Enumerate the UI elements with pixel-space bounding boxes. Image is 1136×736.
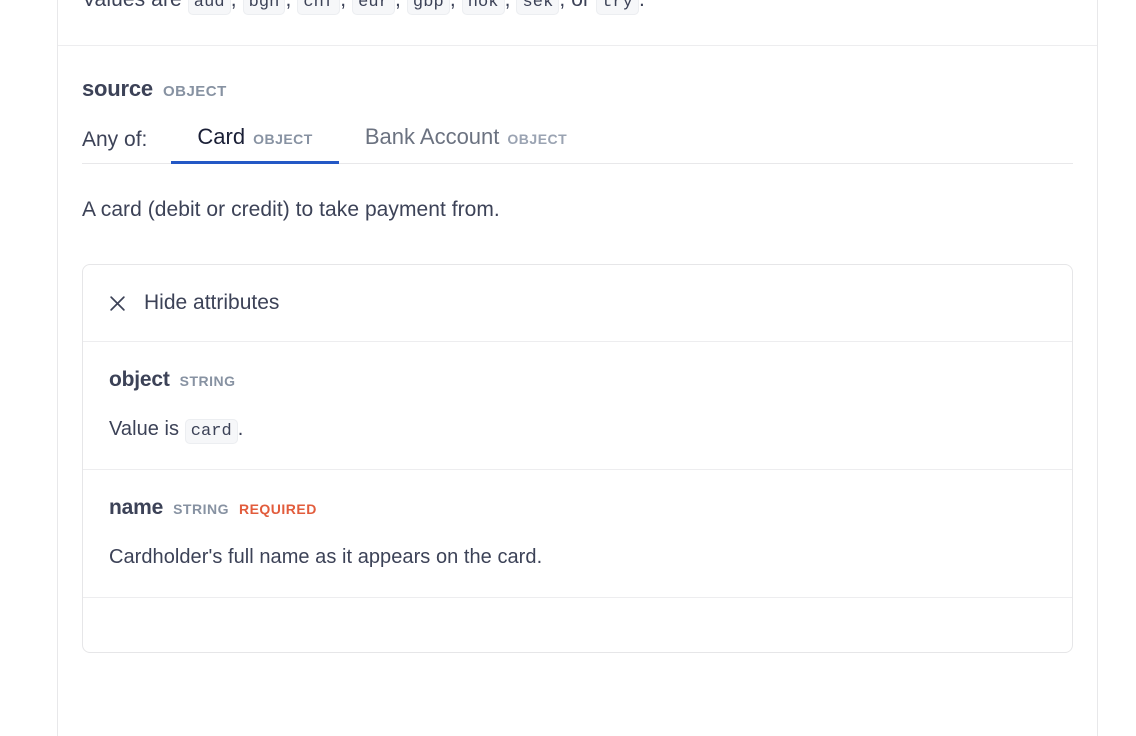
attribute-object-name: object <box>109 368 170 391</box>
enum-values-suffix: . <box>639 0 645 11</box>
attribute-object-type: STRING <box>179 373 236 389</box>
enum-token-nok: nok <box>461 0 505 15</box>
tab-bank-account-type: OBJECT <box>507 131 568 147</box>
enum-token-bgn: bgn <box>242 0 286 15</box>
enum-token-sek: sek <box>516 0 560 15</box>
close-icon <box>110 295 125 311</box>
enum-values-line: Values are aud, bgn, chf, eur, gbp, nok,… <box>82 0 645 20</box>
enum-token-eur: eur <box>352 0 396 15</box>
attribute-row-object: object STRING Value is card. <box>83 342 1072 470</box>
enum-token-aud: aud <box>187 0 231 15</box>
source-section: source OBJECT Any of: Card OBJECT Bank A… <box>58 46 1097 653</box>
attribute-name-description: Cardholder's full name as it appears on … <box>109 546 543 568</box>
attribute-name-name: name <box>109 496 164 519</box>
any-of-tab-strip: Any of: Card OBJECT Bank Account OBJECT <box>82 120 1073 164</box>
source-field-name: source <box>82 76 153 101</box>
source-field-header: source OBJECT <box>82 46 1073 102</box>
attribute-object-desc-after: . <box>237 418 244 440</box>
attribute-object-description: Value is card. <box>109 418 1046 444</box>
attribute-name-type: STRING <box>173 501 229 517</box>
attribute-object-header: object STRING <box>109 368 1046 392</box>
attribute-row-name: name STRING REQUIRED Cardholder's full n… <box>83 470 1072 598</box>
attribute-row-next-clipped <box>83 598 1072 652</box>
tab-bank-account-label: Bank Account <box>364 124 500 149</box>
tab-card-label: Card <box>197 124 246 149</box>
enum-token-try: try <box>596 0 639 15</box>
any-of-label: Any of: <box>82 128 148 151</box>
attribute-object-value-code: card <box>184 419 238 444</box>
enum-values-prefix: Values are <box>82 0 182 11</box>
attribute-object-desc-before: Value is <box>109 418 180 440</box>
content-column: Values are aud, bgn, chf, eur, gbp, nok,… <box>58 0 1097 736</box>
tab-card[interactable]: Card OBJECT <box>171 124 339 164</box>
hide-attributes-button[interactable]: Hide attributes <box>83 265 1072 342</box>
tab-bank-account[interactable]: Bank Account OBJECT <box>339 124 593 164</box>
enum-token-chf: chf <box>297 0 341 15</box>
tab-card-type: OBJECT <box>253 131 313 147</box>
attribute-name-required-badge: REQUIRED <box>238 501 317 517</box>
content-column-right-border <box>1097 0 1098 736</box>
attributes-card: Hide attributes object STRING Value is c… <box>82 264 1073 653</box>
enum-conjunction: or <box>571 0 590 11</box>
api-reference-page: Values are aud, bgn, chf, eur, gbp, nok,… <box>0 0 1136 736</box>
hide-attributes-label: Hide attributes <box>144 291 280 314</box>
attribute-name-header: name STRING REQUIRED <box>109 496 1046 520</box>
previous-section-clipped: Values are aud, bgn, chf, eur, gbp, nok,… <box>58 0 1097 45</box>
source-field-type: OBJECT <box>162 83 227 100</box>
enum-token-gbp: gbp <box>406 0 450 15</box>
source-description: A card (debit or credit) to take payment… <box>82 198 500 221</box>
